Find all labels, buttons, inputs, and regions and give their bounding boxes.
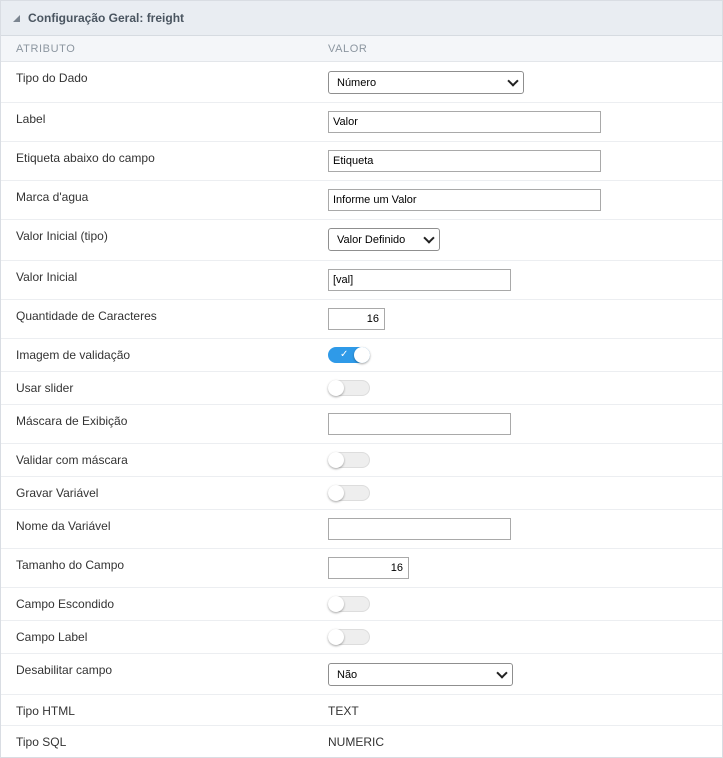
toggle-knob (328, 380, 344, 396)
tipo-dado-value: Número (337, 76, 377, 89)
row-marca-dagua: Marca d'agua Informe um Valor (1, 181, 722, 220)
valor-inicial-label: Valor Inicial (16, 270, 78, 284)
campo-escondido-toggle[interactable] (328, 596, 370, 612)
row-nome-variavel: Nome da Variável (1, 510, 722, 549)
mascara-exibicao-input[interactable] (328, 413, 511, 435)
etiqueta-label: Etiqueta abaixo do campo (16, 151, 155, 165)
gravar-variavel-label: Gravar Variável (16, 486, 99, 500)
campo-label-label: Campo Label (16, 630, 88, 644)
label-label: Label (16, 112, 46, 126)
toggle-knob (328, 629, 344, 645)
row-campo-escondido: Campo Escondido (1, 588, 722, 621)
row-label: Label Valor (1, 103, 722, 142)
tipo-dado-label: Tipo do Dado (16, 71, 88, 85)
check-icon: ✓ (340, 349, 349, 360)
toggle-knob (328, 485, 344, 501)
row-tipo-html: Tipo HTML TEXT (1, 695, 722, 726)
row-etiqueta: Etiqueta abaixo do campo Etiqueta (1, 142, 722, 181)
valor-inicial-input[interactable]: [val] (328, 269, 511, 291)
valor-inicial-tipo-value: Valor Definido (337, 233, 406, 246)
validar-mascara-toggle[interactable] (328, 452, 370, 468)
gravar-variavel-toggle[interactable] (328, 485, 370, 501)
row-desabilitar-campo: Desabilitar campo Não (1, 654, 722, 695)
row-campo-label: Campo Label (1, 621, 722, 654)
desabilitar-campo-value: Não (337, 668, 358, 681)
row-quantidade-caracteres: Quantidade de Caracteres 16 (1, 300, 722, 339)
tipo-html-value: TEXT (328, 704, 359, 718)
mascara-exibicao-label: Máscara de Exibição (16, 414, 128, 428)
chevron-down-icon (423, 231, 435, 244)
valor-inicial-tipo-select[interactable]: Valor Definido (328, 228, 440, 251)
row-gravar-variavel: Gravar Variável (1, 477, 722, 510)
tamanho-campo-label: Tamanho do Campo (16, 558, 125, 572)
etiqueta-input-value: Etiqueta (333, 155, 374, 167)
marca-dagua-label: Marca d'agua (16, 190, 89, 204)
tamanho-campo-input[interactable]: 16 (328, 557, 409, 579)
valor-inicial-input-value: [val] (333, 274, 354, 286)
row-imagem-validacao: Imagem de validação ✓ (1, 339, 722, 372)
tamanho-campo-value: 16 (390, 562, 403, 574)
chevron-down-icon (496, 666, 508, 679)
usar-slider-toggle[interactable] (328, 380, 370, 396)
etiqueta-input[interactable]: Etiqueta (328, 150, 601, 172)
toggle-knob (328, 596, 344, 612)
panel-header[interactable]: Configuração Geral: freight (1, 1, 722, 36)
usar-slider-label: Usar slider (16, 381, 74, 395)
row-tipo-dado: Tipo do Dado Número (1, 62, 722, 103)
nome-variavel-label: Nome da Variável (16, 519, 111, 533)
nome-variavel-input[interactable] (328, 518, 511, 540)
valor-inicial-tipo-label: Valor Inicial (tipo) (16, 229, 108, 243)
validar-mascara-label: Validar com máscara (16, 453, 128, 467)
label-input[interactable]: Valor (328, 111, 601, 133)
attribute-column-header: ATRIBUTO (16, 42, 76, 55)
tipo-sql-label: Tipo SQL (16, 735, 67, 749)
row-valor-inicial: Valor Inicial [val] (1, 261, 722, 300)
config-panel: Configuração Geral: freight ATRIBUTO VAL… (0, 0, 723, 758)
row-tamanho-campo: Tamanho do Campo 16 (1, 549, 722, 588)
row-usar-slider: Usar slider (1, 372, 722, 405)
tipo-sql-value: NUMERIC (328, 735, 384, 749)
row-mascara-exibicao: Máscara de Exibição (1, 405, 722, 444)
toggle-knob (328, 452, 344, 468)
marca-dagua-input-value: Informe um Valor (333, 194, 417, 206)
chevron-down-icon (507, 74, 519, 87)
marca-dagua-input[interactable]: Informe um Valor (328, 189, 601, 211)
campo-label-toggle[interactable] (328, 629, 370, 645)
desabilitar-campo-label: Desabilitar campo (16, 663, 113, 677)
column-header-row: ATRIBUTO VALOR (1, 36, 722, 62)
panel-title: Configuração Geral: freight (28, 11, 185, 25)
quantidade-caracteres-input[interactable]: 16 (328, 308, 385, 330)
imagem-validacao-label: Imagem de validação (16, 348, 131, 362)
collapse-arrow-icon[interactable] (13, 15, 20, 22)
desabilitar-campo-select[interactable]: Não (328, 663, 513, 686)
toggle-knob (354, 347, 370, 363)
label-input-value: Valor (333, 116, 358, 128)
row-tipo-sql: Tipo SQL NUMERIC (1, 726, 722, 757)
quantidade-caracteres-label: Quantidade de Caracteres (16, 309, 157, 323)
quantidade-caracteres-value: 16 (366, 313, 379, 325)
imagem-validacao-toggle[interactable]: ✓ (328, 347, 370, 363)
campo-escondido-label: Campo Escondido (16, 597, 115, 611)
row-valor-inicial-tipo: Valor Inicial (tipo) Valor Definido (1, 220, 722, 261)
tipo-dado-select[interactable]: Número (328, 71, 524, 94)
tipo-html-label: Tipo HTML (16, 704, 75, 718)
row-validar-mascara: Validar com máscara (1, 444, 722, 477)
value-column-header: VALOR (328, 42, 368, 55)
